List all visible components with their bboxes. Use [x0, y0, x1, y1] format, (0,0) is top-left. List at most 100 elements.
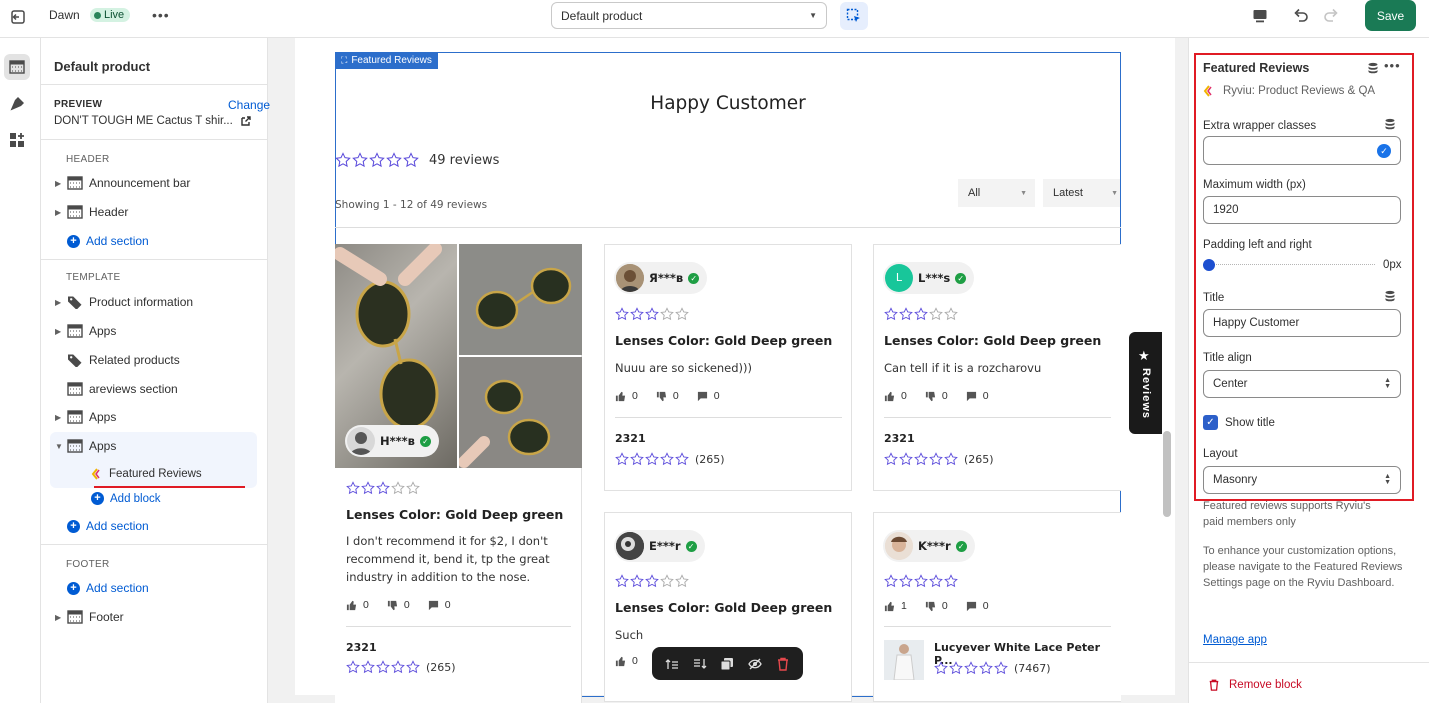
- like-button[interactable]: 0: [615, 655, 638, 667]
- review-card[interactable]: H***в ✓ Lenses Color: Gold Deep green I …: [335, 244, 582, 703]
- change-link[interactable]: Change: [228, 98, 270, 112]
- review-reactions: 1 0 0: [884, 600, 989, 612]
- undo-icon[interactable]: [1292, 6, 1310, 24]
- comment-button[interactable]: 0: [697, 390, 720, 402]
- add-section-button[interactable]: + Add section: [67, 581, 149, 595]
- comment-button[interactable]: 0: [966, 600, 989, 612]
- product-name[interactable]: 2321: [615, 432, 646, 445]
- dashboard-note: To enhance your customization options, p…: [1203, 545, 1403, 589]
- reviews-side-tab[interactable]: ★ Reviews: [1129, 332, 1162, 434]
- filter-select[interactable]: All ▼: [958, 179, 1035, 207]
- caret-right-icon[interactable]: ▶: [55, 613, 65, 622]
- tree-item-areviews-section[interactable]: areviews section: [55, 379, 178, 399]
- tree-label: Apps: [89, 410, 117, 424]
- remove-block-button[interactable]: Remove block: [1208, 679, 1302, 691]
- more-menu-icon[interactable]: •••: [152, 7, 170, 23]
- caret-right-icon[interactable]: ▶: [55, 413, 65, 422]
- product-rating: (265): [884, 452, 994, 466]
- add-section-button[interactable]: + Add section: [67, 519, 149, 533]
- review-card[interactable]: Я***в ✓ Lenses Color: Gold Deep green Nu…: [604, 244, 852, 491]
- review-title: Lenses Color: Gold Deep green: [615, 333, 833, 348]
- red-highlight-annotation: [1194, 53, 1414, 501]
- review-photo[interactable]: [459, 244, 582, 355]
- reviewer-pill: H***в ✓: [345, 425, 439, 457]
- review-card[interactable]: K***r ✓ 1 0 0 Lucyever White Lace Peter …: [873, 512, 1121, 702]
- divider: [41, 544, 267, 545]
- caret-right-icon[interactable]: ▶: [55, 298, 65, 307]
- template-select[interactable]: Default product ▼: [551, 2, 827, 29]
- reviewer-pill: Я***в ✓: [614, 262, 708, 294]
- tree-item-apps-expanded[interactable]: ▼ Apps: [55, 436, 116, 456]
- desktop-preview-icon[interactable]: [1252, 8, 1268, 24]
- tree-item-apps[interactable]: ▶ Apps: [55, 407, 116, 427]
- review-body: Nuuu are so sickened))): [615, 361, 753, 375]
- comment-count: 0: [982, 600, 989, 612]
- like-button[interactable]: 1: [884, 600, 907, 612]
- tree-item-announcement-bar[interactable]: ▶ Announcement bar: [55, 173, 190, 193]
- like-count: 0: [632, 655, 638, 667]
- caret-right-icon[interactable]: ▶: [55, 208, 65, 217]
- product-thumbnail[interactable]: [884, 640, 924, 680]
- product-name[interactable]: 2321: [884, 432, 915, 445]
- exit-icon[interactable]: [10, 9, 26, 25]
- dislike-button[interactable]: 0: [925, 390, 948, 402]
- external-link-icon[interactable]: [241, 116, 251, 126]
- like-button[interactable]: 0: [615, 390, 638, 402]
- app-embeds-icon[interactable]: [9, 132, 25, 148]
- add-block-button[interactable]: + Add block: [91, 492, 161, 505]
- preview-product[interactable]: DON'T TOUGH ME Cactus T shir...: [54, 115, 251, 127]
- paid-note: Featured reviews supports Ryviu's paid m…: [1203, 500, 1371, 528]
- verified-check-icon: ✓: [955, 272, 967, 284]
- tree-item-header[interactable]: ▶ Header: [55, 202, 128, 222]
- review-title: Lenses Color: Gold Deep green: [346, 507, 564, 522]
- comment-button[interactable]: 0: [428, 599, 451, 611]
- move-up-icon[interactable]: [665, 657, 679, 671]
- hide-icon[interactable]: [748, 657, 763, 671]
- avatar: L: [885, 264, 913, 292]
- like-button[interactable]: 0: [346, 599, 369, 611]
- review-card[interactable]: L L***s ✓ Lenses Color: Gold Deep green …: [873, 244, 1121, 491]
- delete-icon[interactable]: [776, 657, 790, 671]
- duplicate-icon[interactable]: [720, 657, 734, 671]
- dislike-button[interactable]: 0: [925, 600, 948, 612]
- dislike-button[interactable]: 0: [387, 599, 410, 611]
- product-name[interactable]: 2321: [346, 641, 377, 654]
- review-stars: [346, 481, 420, 495]
- rating-summary: 49 reviews: [335, 152, 499, 168]
- move-down-icon[interactable]: [693, 657, 707, 671]
- divider: [884, 626, 1111, 627]
- like-button[interactable]: 0: [884, 390, 907, 402]
- verified-check-icon: ✓: [955, 540, 967, 552]
- comment-button[interactable]: 0: [966, 390, 989, 402]
- review-photo[interactable]: [459, 357, 582, 468]
- caret-right-icon[interactable]: ▶: [55, 327, 65, 336]
- add-section-button[interactable]: + Add section: [67, 234, 149, 248]
- like-count: 0: [901, 390, 907, 402]
- redo-icon[interactable]: [1322, 6, 1340, 24]
- tree-item-apps[interactable]: ▶ Apps: [55, 321, 116, 341]
- sections-icon[interactable]: [4, 54, 30, 80]
- sort-select[interactable]: Latest ▼: [1043, 179, 1120, 207]
- product-rating: (265): [346, 660, 456, 674]
- save-button[interactable]: Save: [1365, 0, 1416, 31]
- showing-text: Showing 1 - 12 of 49 reviews: [335, 199, 488, 211]
- caret-down-icon: ▼: [1020, 189, 1027, 197]
- review-stars: [884, 574, 958, 588]
- divider: [41, 84, 267, 85]
- block-tag-label: Featured Reviews: [351, 55, 432, 66]
- inspector-icon[interactable]: [840, 2, 868, 30]
- tree-item-featured-reviews[interactable]: Featured Reviews: [91, 464, 202, 484]
- theme-settings-icon[interactable]: [9, 96, 25, 112]
- preview-scrollbar[interactable]: [1163, 431, 1171, 517]
- tree-item-related-products[interactable]: Related products: [55, 350, 180, 370]
- reviewer-name: E***r: [649, 539, 681, 553]
- tree-item-footer[interactable]: ▶ Footer: [55, 607, 124, 627]
- block-tag[interactable]: ⛶ Featured Reviews: [335, 52, 438, 69]
- dislike-button[interactable]: 0: [656, 390, 679, 402]
- tree-item-product-information[interactable]: ▶ Product information: [55, 292, 193, 312]
- caret-right-icon[interactable]: ▶: [55, 179, 65, 188]
- tree-label: areviews section: [89, 382, 178, 396]
- product-rating: (7467): [934, 661, 1051, 675]
- caret-down-icon[interactable]: ▼: [55, 442, 65, 451]
- manage-app-link[interactable]: Manage app: [1203, 634, 1267, 646]
